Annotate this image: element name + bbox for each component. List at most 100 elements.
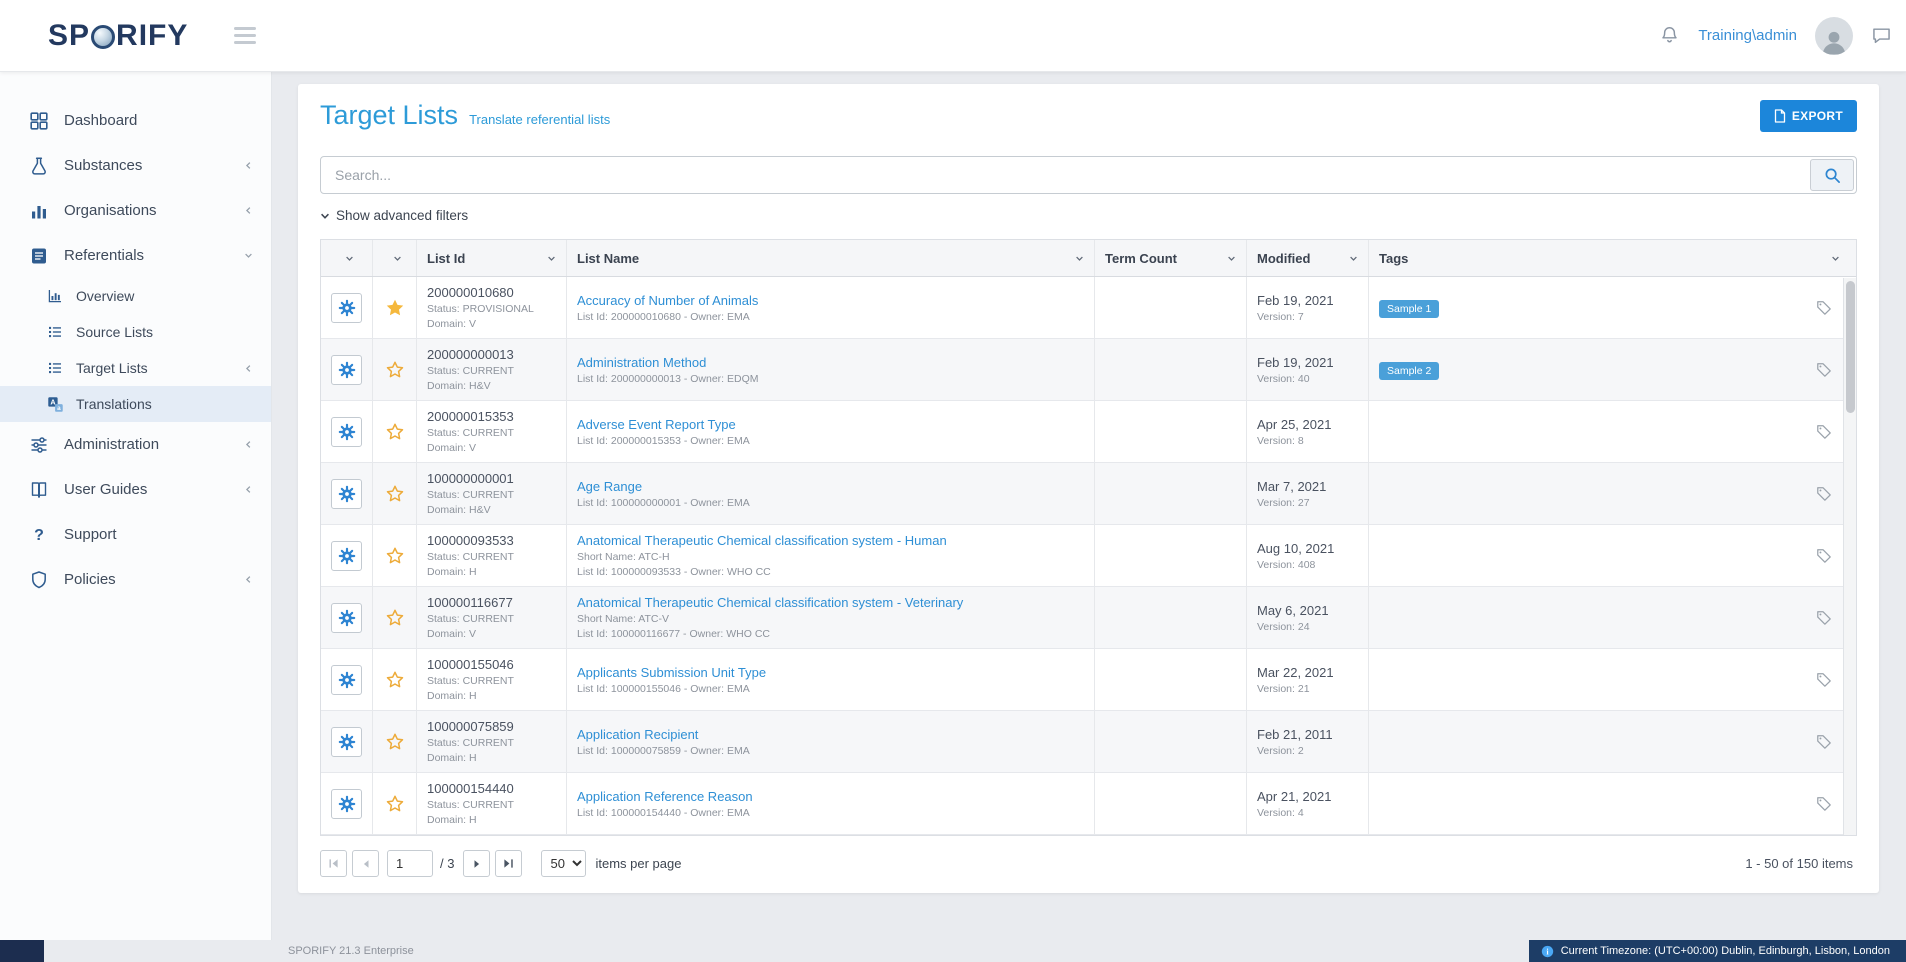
search-input[interactable] <box>321 167 1810 183</box>
page-number-input[interactable] <box>387 850 433 877</box>
list-name-link[interactable]: Administration Method <box>577 355 1084 370</box>
tag-icon[interactable] <box>1816 362 1832 378</box>
book-icon <box>28 479 50 501</box>
row-tags-cell <box>1369 525 1856 586</box>
list-name-link[interactable]: Anatomical Therapeutic Chemical classifi… <box>577 595 1084 610</box>
tag-icon[interactable] <box>1816 548 1832 564</box>
translations-icon: Aa <box>46 395 64 413</box>
column-favorites[interactable] <box>373 240 417 276</box>
title-row: Target Lists Translate referential lists… <box>320 100 1857 132</box>
first-page-button[interactable] <box>320 850 347 877</box>
row-tags-cell <box>1369 711 1856 772</box>
export-button[interactable]: EXPORT <box>1760 100 1857 132</box>
tag-icon[interactable] <box>1816 424 1832 440</box>
previous-page-button[interactable] <box>352 850 379 877</box>
chat-icon[interactable] <box>1871 25 1892 46</box>
column-tags[interactable]: Tags <box>1369 240 1856 276</box>
tag-badge[interactable]: Sample 1 <box>1379 300 1439 318</box>
row-settings-button[interactable] <box>331 603 362 633</box>
sidebar-item-target-lists[interactable]: Target Lists <box>0 350 271 386</box>
sidebar-item-administration[interactable]: Administration <box>0 422 271 467</box>
tag-icon[interactable] <box>1816 672 1832 688</box>
row-actions-cell <box>321 711 373 772</box>
search-button[interactable] <box>1810 159 1854 191</box>
list-name-link[interactable]: Anatomical Therapeutic Chemical classifi… <box>577 533 1084 548</box>
show-advanced-filters-toggle[interactable]: Show advanced filters <box>320 208 468 223</box>
user-avatar[interactable] <box>1815 17 1853 55</box>
row-settings-button[interactable] <box>331 541 362 571</box>
sidebar-item-source-lists[interactable]: Source Lists <box>0 314 271 350</box>
chevron-left-icon <box>244 206 253 215</box>
next-page-button[interactable] <box>463 850 490 877</box>
version-label: Version: 8 <box>1257 435 1358 447</box>
sidebar-item-translations[interactable]: Aa Translations <box>0 386 271 422</box>
column-settings[interactable] <box>321 240 373 276</box>
star-outline-icon[interactable] <box>385 360 405 380</box>
logo-o-icon <box>91 25 115 49</box>
column-term-count[interactable]: Term Count <box>1095 240 1247 276</box>
row-tags-cell <box>1369 773 1856 834</box>
tag-icon[interactable] <box>1816 486 1832 502</box>
star-outline-icon[interactable] <box>385 422 405 442</box>
row-tags-cell: Sample 1 <box>1369 277 1856 338</box>
current-user-label[interactable]: Training\admin <box>1698 27 1797 44</box>
page-size-select[interactable]: 50 <box>541 850 586 877</box>
sidebar-item-policies[interactable]: Policies <box>0 557 271 602</box>
tag-badge[interactable]: Sample 2 <box>1379 362 1439 380</box>
sidebar-item-organisations[interactable]: Organisations <box>0 188 271 233</box>
row-settings-button[interactable] <box>331 665 362 695</box>
star-outline-icon[interactable] <box>385 732 405 752</box>
star-outline-icon[interactable] <box>385 484 405 504</box>
pagination-bar: / 3 50 items per page 1 - 50 of 150 item… <box>320 850 1857 877</box>
sidebar-item-referentials[interactable]: Referentials <box>0 233 271 278</box>
row-tags-cell <box>1369 649 1856 710</box>
sidebar-item-overview[interactable]: Overview <box>0 278 271 314</box>
list-name-link[interactable]: Adverse Event Report Type <box>577 417 1084 432</box>
last-page-button[interactable] <box>495 850 522 877</box>
tag-icon[interactable] <box>1816 796 1832 812</box>
list-name-link[interactable]: Applicants Submission Unit Type <box>577 665 1084 680</box>
list-id-value: 200000000013 <box>427 347 556 362</box>
list-name-link[interactable]: Accuracy of Number of Animals <box>577 293 1084 308</box>
sporify-logo: SPRIFY <box>48 19 188 53</box>
sidebar-item-substances[interactable]: Substances <box>0 143 271 188</box>
table-row: 100000093533Status: CURRENTDomain: HAnat… <box>321 525 1856 587</box>
domain-label: Domain: V <box>427 628 556 640</box>
row-settings-button[interactable] <box>331 727 362 757</box>
sidebar-item-support[interactable]: ? Support <box>0 512 271 557</box>
status-label: Status: CURRENT <box>427 613 556 625</box>
star-outline-icon[interactable] <box>385 670 405 690</box>
sidebar-item-user-guides[interactable]: User Guides <box>0 467 271 512</box>
star-outline-icon[interactable] <box>385 794 405 814</box>
list-details-label: List Id: 100000154440 - Owner: EMA <box>577 807 1084 819</box>
star-outline-icon[interactable] <box>385 608 405 628</box>
tag-icon[interactable] <box>1816 300 1832 316</box>
menu-toggle-icon[interactable] <box>234 23 256 49</box>
scrollbar-thumb[interactable] <box>1846 281 1855 413</box>
list-name-link[interactable]: Application Reference Reason <box>577 789 1084 804</box>
domain-label: Domain: H&V <box>427 380 556 392</box>
column-list-id[interactable]: List Id <box>417 240 567 276</box>
row-settings-button[interactable] <box>331 417 362 447</box>
column-modified[interactable]: Modified <box>1247 240 1369 276</box>
tag-icon[interactable] <box>1816 734 1832 750</box>
row-settings-button[interactable] <box>331 355 362 385</box>
column-list-name[interactable]: List Name <box>567 240 1095 276</box>
list-details-label: List Id: 100000000001 - Owner: EMA <box>577 497 1084 509</box>
app-version-label: SPORIFY 21.3 Enterprise <box>288 945 414 957</box>
modified-date: Apr 21, 2021 <box>1257 789 1358 804</box>
row-settings-button[interactable] <box>331 479 362 509</box>
tag-icon[interactable] <box>1816 610 1832 626</box>
list-name-link[interactable]: Application Recipient <box>577 727 1084 742</box>
organisations-icon <box>28 200 50 222</box>
list-name-link[interactable]: Age Range <box>577 479 1084 494</box>
sidebar-item-dashboard[interactable]: Dashboard <box>0 98 271 143</box>
table-scrollbar[interactable] <box>1843 278 1856 835</box>
page-subtitle-link[interactable]: Translate referential lists <box>469 112 610 127</box>
table-row: 100000000001Status: CURRENTDomain: H&VAg… <box>321 463 1856 525</box>
star-outline-icon[interactable] <box>385 546 405 566</box>
row-settings-button[interactable] <box>331 789 362 819</box>
row-settings-button[interactable] <box>331 293 362 323</box>
notifications-bell-icon[interactable] <box>1659 25 1680 46</box>
star-filled-icon[interactable] <box>385 298 405 318</box>
